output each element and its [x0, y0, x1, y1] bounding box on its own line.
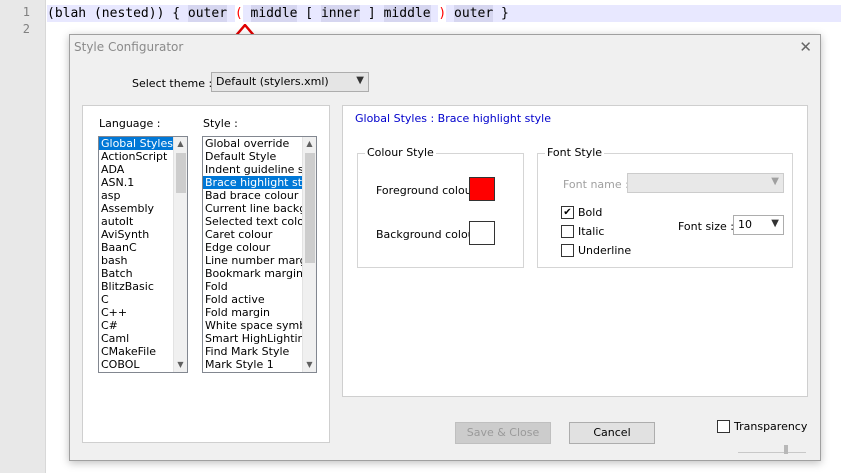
style-list-item[interactable]: Fold	[203, 280, 316, 293]
style-label: Style :	[203, 117, 238, 130]
style-list-item[interactable]: Edge colour	[203, 241, 316, 254]
font-style-legend: Font Style	[545, 146, 605, 159]
code-token: middle	[250, 5, 298, 22]
transparency-slider[interactable]	[738, 445, 806, 454]
code-token: }	[493, 6, 509, 21]
style-list-item[interactable]: Default Style	[203, 150, 316, 163]
checkbox-box[interactable]	[561, 225, 574, 238]
style-configurator-dialog: Style Configurator ✕ Select theme : Defa…	[69, 34, 821, 461]
checkbox-box[interactable]	[717, 420, 730, 433]
code-token: outer	[187, 5, 228, 22]
style-list-item[interactable]: Caret colour	[203, 228, 316, 241]
colour-style-group: Colour Style Foreground colour Backgroun…	[357, 146, 524, 268]
code-token: ]	[360, 6, 384, 21]
style-list-item[interactable]: Fold margin	[203, 306, 316, 319]
theme-select[interactable]: Default (stylers.xml) ▼	[211, 72, 369, 92]
style-list-item[interactable]: White space symbol	[203, 319, 316, 332]
style-list-item[interactable]: Bad brace colour	[203, 189, 316, 202]
chevron-down-icon: ▼	[771, 218, 779, 229]
style-details-panel: Global Styles : Brace highlight style Co…	[342, 105, 808, 397]
highlighted-brace: )	[438, 5, 447, 22]
foreground-colour-label: Foreground colour	[376, 184, 477, 197]
checkbox-box[interactable]: ✔	[561, 206, 574, 219]
code-token: middle	[383, 5, 431, 22]
language-list-scrollbar[interactable]: ▲ ▼	[173, 137, 187, 372]
cancel-button[interactable]: Cancel	[569, 422, 655, 444]
underline-checkbox[interactable]: Underline	[561, 244, 631, 257]
bold-checkbox[interactable]: ✔ Bold	[561, 206, 602, 219]
line-number-2: 2	[22, 22, 30, 36]
checkbox-box[interactable]	[561, 244, 574, 257]
background-colour-label: Background colour	[376, 228, 480, 241]
style-list-item[interactable]: Line number margin	[203, 254, 316, 267]
transparency-checkbox[interactable]: Transparency	[717, 420, 807, 433]
chevron-down-icon: ▼	[771, 176, 779, 187]
language-style-panel: Language : Style : Global Styles ActionSc…	[82, 105, 330, 443]
theme-select-value: Default (stylers.xml)	[216, 75, 329, 88]
style-list-item[interactable]: Global override	[203, 137, 316, 150]
bold-label: Bold	[578, 206, 603, 219]
select-theme-label: Select theme :	[132, 77, 213, 90]
font-size-value: 10	[738, 218, 752, 231]
scroll-down-icon[interactable]: ▼	[174, 358, 187, 372]
code-token: (blah (nested)) {	[47, 6, 188, 21]
code-line-1[interactable]: (blah (nested)) { outer ( middle [ inner…	[47, 5, 841, 22]
scroll-down-icon[interactable]: ▼	[303, 358, 316, 372]
section-title: Global Styles : Brace highlight style	[355, 112, 552, 125]
font-name-label: Font name :	[563, 178, 629, 191]
italic-checkbox[interactable]: Italic	[561, 225, 604, 238]
font-style-group: Font Style Font name : ▼ ✔ Bold Italic U…	[537, 146, 793, 268]
font-size-label: Font size :	[678, 220, 734, 233]
colour-style-legend: Colour Style	[365, 146, 436, 159]
style-list-item[interactable]: Bookmark margin	[203, 267, 316, 280]
line-number-1: 1	[22, 5, 30, 19]
scroll-thumb[interactable]	[176, 153, 186, 193]
background-colour-swatch[interactable]	[469, 221, 495, 245]
style-list-item[interactable]: Brace highlight style	[203, 176, 316, 189]
style-list-scrollbar[interactable]: ▲ ▼	[302, 137, 316, 372]
style-list[interactable]: Global override Default Style Indent guide…	[202, 136, 317, 373]
code-token: outer	[454, 5, 494, 22]
language-label: Language :	[99, 117, 161, 130]
slider-thumb[interactable]	[784, 445, 788, 454]
style-list-item[interactable]: Find Mark Style	[203, 345, 316, 358]
style-list-item[interactable]: Indent guideline style	[203, 163, 316, 176]
italic-label: Italic	[578, 225, 605, 238]
language-list[interactable]: Global Styles ActionScript ADA ASN.1 asp Asse…	[98, 136, 188, 373]
chevron-down-icon: ▼	[356, 75, 364, 86]
underline-label: Underline	[578, 244, 632, 257]
scroll-up-icon[interactable]: ▲	[174, 137, 187, 151]
foreground-colour-swatch[interactable]	[469, 177, 495, 201]
highlighted-brace: (	[234, 5, 243, 22]
style-list-item[interactable]: Fold active	[203, 293, 316, 306]
style-list-item[interactable]: Mark Style 1	[203, 358, 316, 371]
save-close-button[interactable]: Save & Close	[455, 422, 551, 444]
scroll-thumb[interactable]	[305, 153, 315, 263]
style-list-item[interactable]: Selected text colour	[203, 215, 316, 228]
scroll-up-icon[interactable]: ▲	[303, 137, 316, 151]
line-number-gutter: 1 2	[0, 0, 46, 473]
font-name-select[interactable]: ▼	[627, 173, 784, 193]
close-icon[interactable]: ✕	[799, 38, 812, 56]
code-token: inner	[320, 5, 361, 22]
style-list-item[interactable]: Smart HighLighting	[203, 332, 316, 345]
dialog-title: Style Configurator	[74, 40, 184, 54]
font-size-select[interactable]: 10 ▼	[733, 215, 784, 235]
transparency-label: Transparency	[734, 420, 808, 433]
style-list-item[interactable]: Current line background colour	[203, 202, 316, 215]
code-token: [	[297, 6, 321, 21]
